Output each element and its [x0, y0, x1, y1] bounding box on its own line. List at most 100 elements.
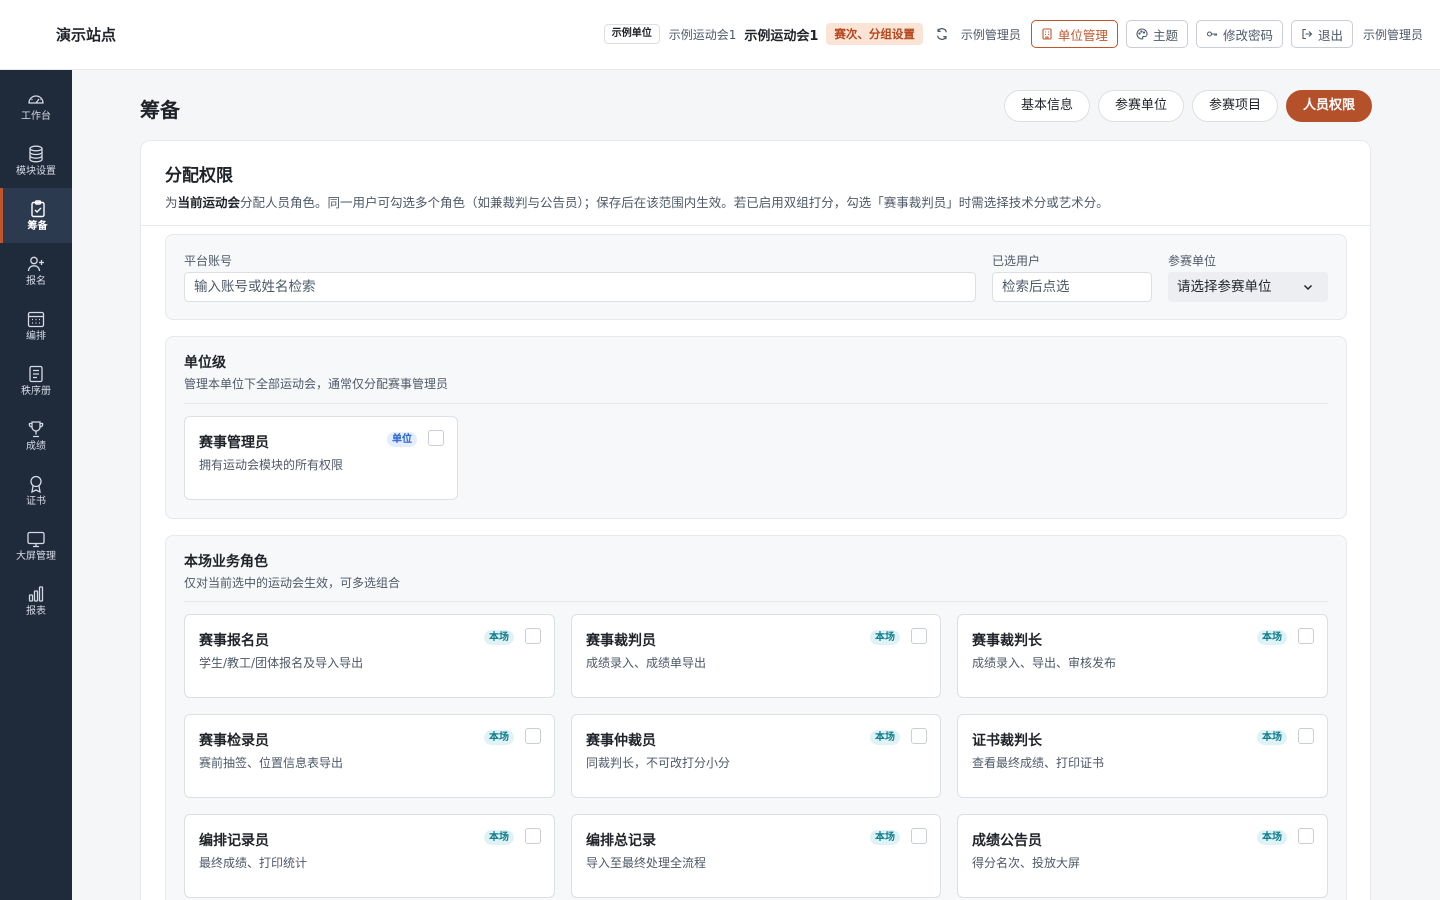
assign-permissions-card: 分配权限 为当前运动会分配人员角色。同一用户可勾选多个角色（如兼裁判与公告员）；…: [140, 140, 1371, 900]
role-name: 证书裁判长: [972, 733, 1042, 749]
scope-badge: 本场: [484, 730, 514, 745]
role-checkbox[interactable]: [911, 828, 927, 844]
role-card-registrar[interactable]: 赛事报名员 学生/教工/团体报名及导入导出 本场: [184, 614, 555, 698]
role-checkbox[interactable]: [1298, 728, 1314, 744]
role-name: 赛事仲裁员: [586, 733, 656, 749]
role-checkbox[interactable]: [525, 628, 541, 644]
sidebar-item-certificates[interactable]: 证书: [0, 463, 72, 518]
card-description: 为当前运动会分配人员角色。同一用户可勾选多个角色（如兼裁判与公告员）；保存后在该…: [165, 195, 1109, 210]
sidebar-item-registration[interactable]: 报名: [0, 243, 72, 298]
role-description: 查看最终成绩、打印证书: [972, 756, 1105, 770]
meet-name-current: 示例运动会1: [744, 28, 819, 44]
scope-badge: 本场: [870, 730, 900, 745]
unit-level-description: 管理本单位下全部运动会，通常仅分配赛事管理员: [184, 377, 449, 391]
page-title: 筹备: [140, 98, 180, 122]
role-description: 得分名次、投放大屏: [972, 856, 1081, 870]
meet-name-small: 示例运动会1: [668, 27, 737, 42]
meet-roles-panel: 本场业务角色 仅对当前选中的运动会生效，可多选组合 赛事报名员 学生/教工/团体…: [165, 535, 1347, 900]
unit-chip: 示例单位: [603, 24, 660, 44]
role-name: 成绩公告员: [972, 833, 1042, 849]
building-icon: [1042, 28, 1052, 40]
card-description-emphasis: 当前运动会: [177, 195, 241, 210]
tab-participating-units[interactable]: 参赛单位: [1097, 90, 1184, 122]
scope-badge: 本场: [870, 630, 900, 645]
theme-button[interactable]: 主题: [1125, 20, 1188, 48]
role-card-schedule-recorder[interactable]: 编排记录员 最终成绩、打印统计 本场: [184, 814, 555, 898]
logout-button[interactable]: 退出: [1290, 20, 1353, 48]
refresh-icon[interactable]: [935, 27, 949, 41]
card-title: 分配权限: [165, 166, 233, 186]
selected-user-label: 已选用户: [992, 254, 1041, 268]
role-card-arbitrator[interactable]: 赛事仲裁员 同裁判长，不可改打分小分 本场: [571, 714, 941, 798]
tab-basic-info[interactable]: 基本信息: [1003, 90, 1090, 122]
role-description: 成绩录入、成绩单导出: [586, 656, 707, 670]
account-search-input[interactable]: 输入账号或姓名检索: [184, 272, 976, 302]
theme-label: 主题: [1152, 27, 1178, 43]
sidebar-item-big-screen[interactable]: 大屏管理: [0, 518, 72, 573]
database-icon: [29, 145, 43, 162]
role-checkbox[interactable]: [428, 430, 444, 446]
role-card-results-announcer[interactable]: 成绩公告员 得分名次、投放大屏 本场: [957, 814, 1328, 898]
logout-label: 退出: [1317, 27, 1343, 43]
user-search-panel: 平台账号 输入账号或姓名检索 已选用户 检索后点选 参赛单位 请选择参赛单位: [165, 234, 1347, 320]
role-description: 成绩录入、导出、审核发布: [972, 656, 1117, 670]
sidebar-item-label: 证书: [26, 495, 46, 507]
site-title: 演示站点: [56, 26, 117, 44]
scope-badge: 本场: [484, 630, 514, 645]
sidebar-item-program-book[interactable]: 秩序册: [0, 353, 72, 408]
role-checkbox[interactable]: [1298, 628, 1314, 644]
sidebar-item-label: 成绩: [26, 440, 46, 452]
meet-roles-title: 本场业务角色: [184, 554, 268, 570]
role-name: 赛事裁判长: [972, 633, 1042, 649]
sidebar-item-label: 编排: [26, 330, 46, 342]
tab-permissions[interactable]: 人员权限: [1285, 90, 1372, 122]
role-name: 赛事检录员: [199, 733, 269, 749]
role-description: 最终成绩、打印统计: [199, 856, 308, 870]
stage-chip[interactable]: 赛次、分组设置: [826, 23, 923, 45]
role-checkbox[interactable]: [525, 828, 541, 844]
scope-badge: 本场: [1257, 830, 1287, 845]
sidebar-item-label: 报表: [26, 605, 46, 617]
sidebar-item-preparation[interactable]: 筹备: [0, 188, 72, 243]
sidebar-item-scheduling[interactable]: 编排: [0, 298, 72, 353]
scope-badge: 本场: [484, 830, 514, 845]
sidebar-item-dashboard[interactable]: 工作台: [0, 78, 72, 133]
bar-chart-icon: [28, 585, 44, 602]
role-card-chief-judge[interactable]: 赛事裁判长 成绩录入、导出、审核发布 本场: [957, 614, 1328, 698]
chevron-down-icon: [1303, 284, 1313, 291]
unit-level-panel: 单位级 管理本单位下全部运动会，通常仅分配赛事管理员 赛事管理员 拥有运动会模块…: [165, 336, 1347, 519]
role-card-event-admin[interactable]: 赛事管理员 拥有运动会模块的所有权限 单位: [184, 416, 458, 500]
unit-select-label: 参赛单位: [1168, 254, 1217, 268]
role-description: 学生/教工/团体报名及导入导出: [199, 656, 364, 670]
unit-select[interactable]: 请选择参赛单位: [1168, 272, 1328, 302]
role-checkbox[interactable]: [911, 628, 927, 644]
change-password-button[interactable]: 修改密码: [1195, 20, 1283, 48]
sidebar-item-module-settings[interactable]: 模块设置: [0, 133, 72, 188]
role-name: 赛事裁判员: [586, 633, 656, 649]
role-checkbox[interactable]: [525, 728, 541, 744]
role-card-judge[interactable]: 赛事裁判员 成绩录入、成绩单导出 本场: [571, 614, 941, 698]
role-name: 赛事管理员: [199, 435, 269, 451]
tab-events[interactable]: 参赛项目: [1191, 90, 1278, 122]
scope-badge: 本场: [870, 830, 900, 845]
role-description: 赛前抽签、位置信息表导出: [199, 756, 344, 770]
sidebar-item-label: 模块设置: [16, 165, 56, 177]
calendar-icon: [27, 311, 45, 327]
role-card-certificate-chief[interactable]: 证书裁判长 查看最终成绩、打印证书 本场: [957, 714, 1328, 798]
admin-name[interactable]: 示例管理员: [1363, 26, 1423, 43]
change-password-label: 修改密码: [1222, 27, 1273, 43]
role-description: 同裁判长，不可改打分小分: [586, 756, 731, 770]
sidebar-item-label: 工作台: [21, 110, 51, 122]
unit-select-value: 请选择参赛单位: [1177, 279, 1272, 295]
unit-manage-button[interactable]: 单位管理: [1030, 20, 1118, 48]
page-tabs: 基本信息 参赛单位 参赛项目 人员权限: [1003, 90, 1372, 122]
selected-user-field[interactable]: 检索后点选: [992, 272, 1152, 302]
user-add-icon: [27, 256, 44, 271]
role-checkbox[interactable]: [1298, 828, 1314, 844]
role-card-chief-recorder[interactable]: 编排总记录 导入至最终处理全流程 本场: [571, 814, 941, 898]
role-card-check-in-clerk[interactable]: 赛事检录员 赛前抽签、位置信息表导出 本场: [184, 714, 555, 798]
role-checkbox[interactable]: [911, 728, 927, 744]
sidebar-item-reports[interactable]: 报表: [0, 573, 72, 628]
meet-roles-description: 仅对当前选中的运动会生效，可多选组合: [184, 576, 401, 590]
sidebar-item-results[interactable]: 成绩: [0, 408, 72, 463]
